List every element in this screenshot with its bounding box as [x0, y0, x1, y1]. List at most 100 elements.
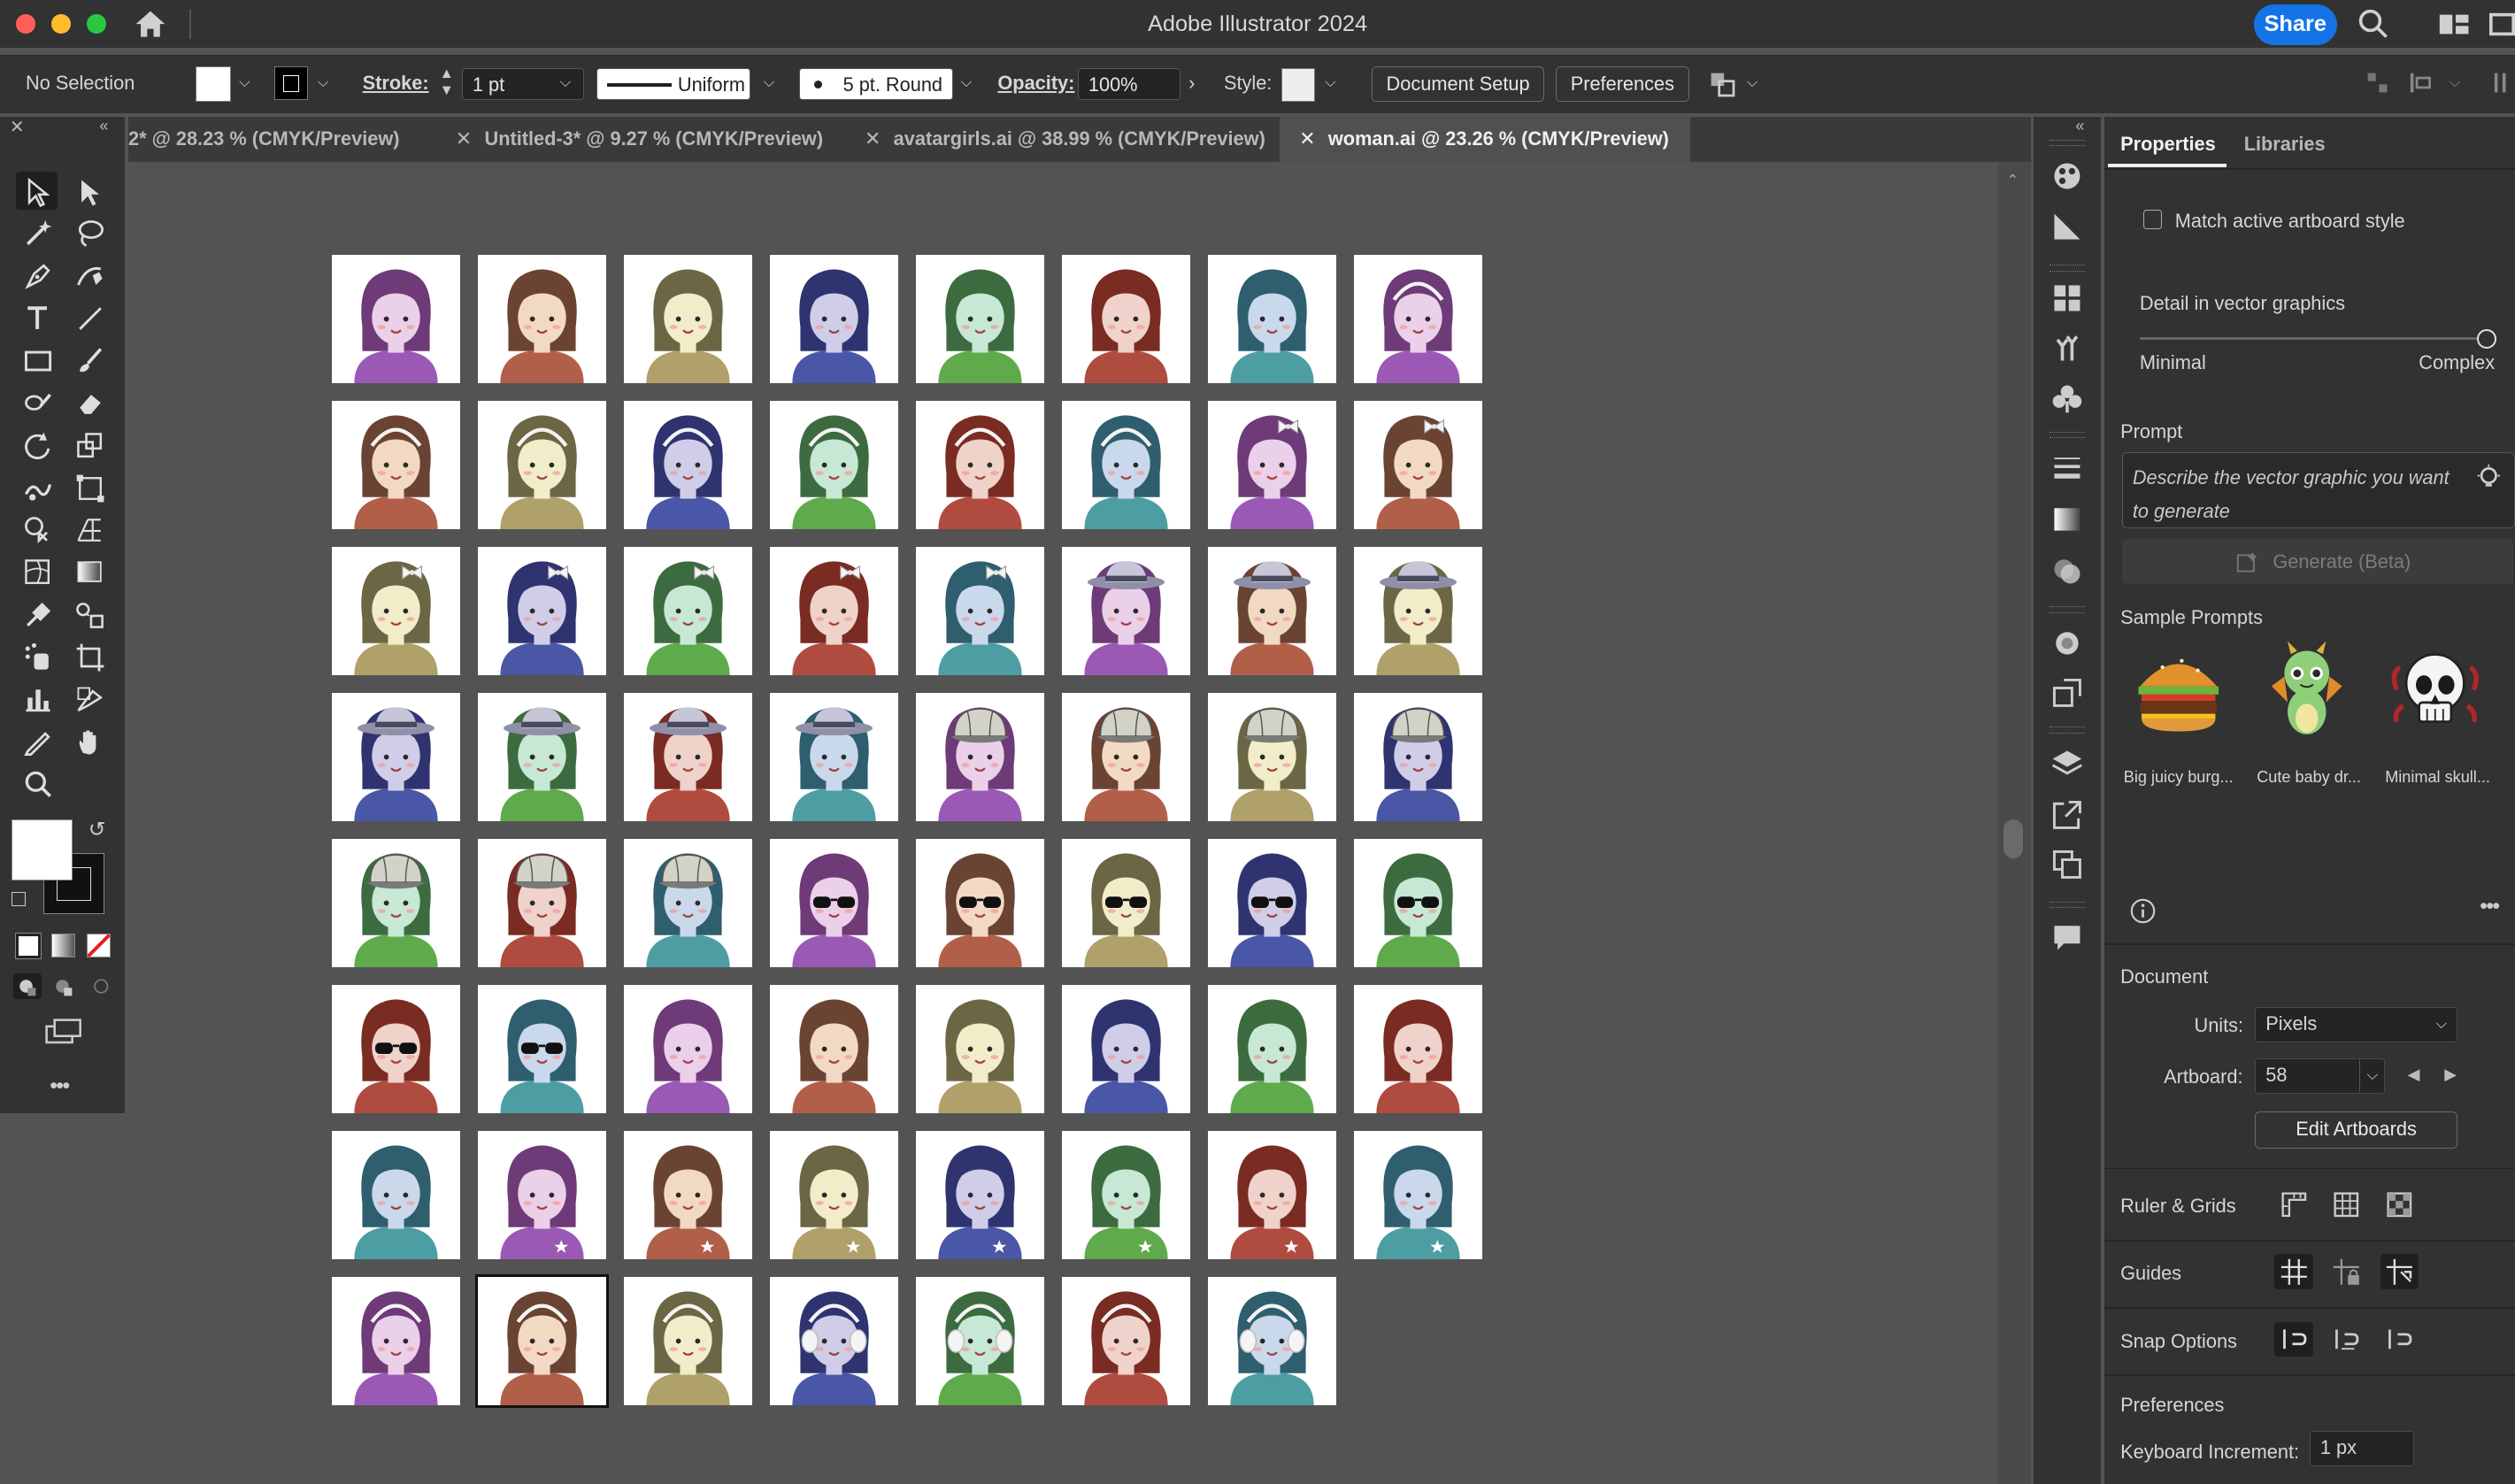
artboard[interactable]	[332, 693, 461, 821]
rotate-tool[interactable]	[16, 426, 58, 465]
shape-builder-tool[interactable]	[16, 511, 58, 550]
artboard[interactable]	[1207, 838, 1336, 967]
eraser-tool[interactable]	[69, 383, 111, 422]
artboard[interactable]	[1207, 401, 1336, 530]
artboard[interactable]	[770, 401, 898, 530]
artboard[interactable]	[1353, 401, 1482, 530]
artboard[interactable]	[624, 984, 753, 1113]
column-graph-tool[interactable]	[16, 680, 58, 719]
artboard[interactable]	[1061, 401, 1190, 530]
transparency-icon[interactable]	[2050, 553, 2085, 588]
artboard[interactable]	[915, 255, 1044, 384]
artboard[interactable]	[478, 1130, 607, 1259]
artboard[interactable]	[1061, 255, 1190, 384]
rectangle-tool[interactable]	[16, 341, 58, 380]
preferences-button[interactable]: Preferences	[1556, 66, 1689, 103]
artboard[interactable]	[1353, 838, 1482, 967]
panel-layout-icon[interactable]	[2489, 12, 2515, 44]
artboard[interactable]	[915, 693, 1044, 821]
document-tab[interactable]: 2* @ 28.23 % (CMYK/Preview)	[128, 117, 417, 162]
share-button[interactable]: Share	[2253, 4, 2337, 45]
color-guide-icon[interactable]	[2050, 209, 2085, 244]
artboards-panel-icon[interactable]	[2050, 847, 2085, 882]
edit-toolbar-icon[interactable]: •••	[50, 1073, 70, 1099]
color-mode-button[interactable]	[15, 932, 42, 959]
tab-properties[interactable]: Properties	[2120, 133, 2216, 156]
artboard[interactable]	[624, 693, 753, 821]
draw-behind-icon[interactable]	[50, 973, 79, 999]
panel-group-grip[interactable]	[2050, 431, 2086, 438]
document-setup-button[interactable]: Document Setup	[1371, 66, 1545, 103]
scroll-thumb[interactable]	[2003, 819, 2023, 858]
opacity-input[interactable]: 100%	[1078, 68, 1181, 101]
chevron-down-icon[interactable]: ⌵	[318, 74, 328, 91]
artboard[interactable]	[1207, 547, 1336, 676]
artboard[interactable]	[1207, 693, 1336, 821]
blend-tool[interactable]	[69, 595, 111, 634]
document-tab[interactable]: ✕ avatargirls.ai @ 38.99 % (CMYK/Preview)	[845, 117, 1278, 162]
artboard[interactable]	[770, 1276, 898, 1405]
artboard[interactable]	[624, 1276, 753, 1405]
artboard[interactable]	[475, 1273, 610, 1408]
artboard[interactable]	[915, 1130, 1044, 1259]
scale-tool[interactable]	[69, 426, 111, 465]
artboard-number-dropdown[interactable]: 58 ⌵	[2255, 1058, 2386, 1095]
selection-tool[interactable]	[16, 171, 58, 211]
show-guides-icon[interactable]	[2274, 1254, 2313, 1290]
distribute-icon[interactable]	[2409, 70, 2434, 101]
color-icon[interactable]	[2050, 158, 2085, 194]
stroke-panel-icon[interactable]	[2050, 450, 2085, 486]
ruler-icon[interactable]	[2274, 1187, 2313, 1222]
perspective-grid-tool[interactable]	[69, 511, 111, 550]
artboard[interactable]	[1353, 255, 1482, 384]
pencil-tool[interactable]	[16, 722, 58, 761]
snap-to-grid-icon[interactable]	[2327, 1322, 2366, 1357]
artboard[interactable]	[332, 838, 461, 967]
stroke-swatch[interactable]	[273, 66, 308, 101]
paintbrush-tool[interactable]	[69, 341, 111, 380]
previous-artboard-icon[interactable]: ◀	[2408, 1065, 2420, 1084]
next-artboard-icon[interactable]: ▶	[2444, 1065, 2457, 1084]
artboard[interactable]	[770, 693, 898, 821]
artboard[interactable]	[1061, 838, 1190, 967]
artboard[interactable]	[1207, 1130, 1336, 1259]
tab-libraries[interactable]: Libraries	[2244, 133, 2326, 156]
artboard[interactable]	[1061, 1130, 1190, 1259]
match-artboard-style-checkbox[interactable]	[2142, 210, 2163, 230]
gradient-tool[interactable]	[69, 553, 111, 592]
scroll-up-icon[interactable]: ⌃	[2006, 172, 2019, 189]
zoom-tool[interactable]	[16, 765, 58, 804]
export-icon[interactable]	[2050, 797, 2085, 833]
chevron-down-icon[interactable]: ⌵	[239, 74, 250, 91]
lasso-tool[interactable]	[69, 214, 111, 253]
slice-tool[interactable]	[69, 680, 111, 719]
transform-icon[interactable]	[2050, 675, 2085, 711]
artboard[interactable]	[770, 255, 898, 384]
edit-artboards-button[interactable]: Edit Artboards	[2255, 1111, 2457, 1149]
artboard[interactable]	[332, 984, 461, 1113]
artboard[interactable]	[1061, 984, 1190, 1113]
appearance-icon[interactable]	[2050, 626, 2085, 661]
artboard[interactable]	[478, 547, 607, 676]
artboard[interactable]	[624, 547, 753, 676]
artboard[interactable]	[1353, 693, 1482, 821]
gradient-mode-button[interactable]	[51, 933, 76, 958]
none-mode-button[interactable]	[86, 933, 112, 958]
artboard[interactable]	[1353, 547, 1482, 676]
artboard[interactable]	[478, 255, 607, 384]
prompt-textarea[interactable]: Describe the vector graphic you want to …	[2121, 452, 2515, 528]
artboard[interactable]	[624, 1130, 753, 1259]
keyboard-increment-input[interactable]: 1 px	[2310, 1430, 2414, 1466]
artboard[interactable]	[478, 693, 607, 821]
artboard[interactable]	[332, 401, 461, 530]
symbols-icon[interactable]	[2050, 381, 2085, 416]
artboard[interactable]	[624, 401, 753, 530]
shaper-tool[interactable]	[16, 383, 58, 422]
artboard[interactable]	[770, 838, 898, 967]
brush-definition[interactable]: 5 pt. Round	[798, 68, 953, 101]
artboard[interactable]	[332, 1130, 461, 1259]
draw-inside-icon[interactable]	[87, 973, 116, 999]
arrange-icon[interactable]	[1708, 70, 1737, 104]
chevron-down-icon[interactable]: ⌵	[1747, 74, 1757, 91]
mesh-tool[interactable]	[16, 553, 58, 592]
